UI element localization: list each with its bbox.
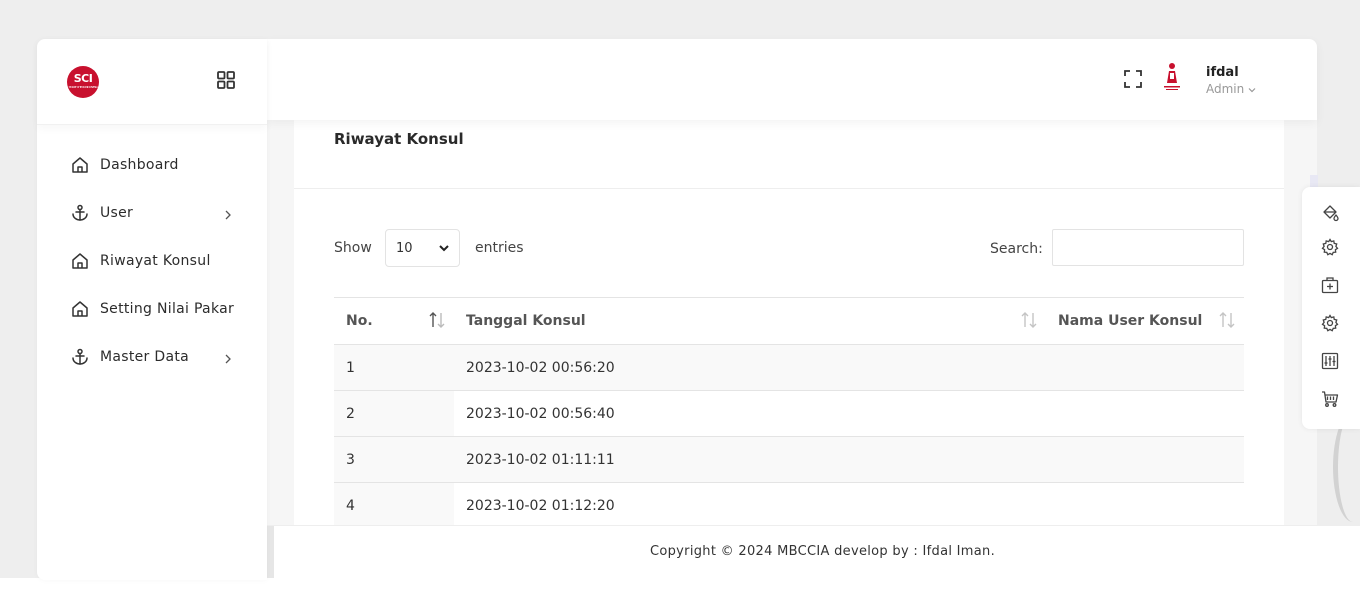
sidebar-item-dashboard[interactable]: Dashboard bbox=[37, 141, 267, 189]
show-label: Show bbox=[334, 240, 372, 256]
card-divider bbox=[294, 188, 1284, 189]
app-logo[interactable]: SCI SMART CHECK INDONESIA bbox=[67, 66, 99, 98]
card-title: Riwayat Konsul bbox=[334, 130, 464, 148]
cell-nama-user-konsul bbox=[1046, 482, 1244, 525]
user-role: Admin bbox=[1206, 82, 1256, 96]
footer: Copyright © 2024 MBCCIA develop by : Ifd… bbox=[274, 526, 1360, 578]
table-row: 3 2023-10-02 01:11:11 bbox=[334, 436, 1244, 483]
riwayat-konsul-card: Riwayat Konsul Show 10 entries Search: N… bbox=[294, 120, 1284, 525]
cell-no: 1 bbox=[334, 344, 454, 391]
column-header-label: Nama User Konsul bbox=[1058, 313, 1203, 329]
home-icon bbox=[71, 252, 89, 270]
cell-nama-user-konsul bbox=[1046, 390, 1244, 437]
logo-text: SCI bbox=[73, 72, 93, 85]
cell-tanggal-konsul: 2023-10-02 00:56:20 bbox=[454, 344, 1046, 391]
footer-strip bbox=[267, 526, 274, 578]
sidebar-item-label: Setting Nilai Pakar bbox=[100, 301, 235, 317]
sidebar: SCI SMART CHECK INDONESIA Dashboard User bbox=[37, 39, 267, 580]
column-header-label: Tanggal Konsul bbox=[466, 313, 586, 329]
copyright-text: Copyright © 2024 MBCCIA develop by : Ifd… bbox=[650, 544, 996, 559]
first-aid-kit-icon[interactable] bbox=[1321, 276, 1339, 294]
gear-icon[interactable] bbox=[1321, 238, 1339, 256]
fullscreen-icon[interactable] bbox=[1124, 70, 1142, 88]
sidebar-item-user[interactable]: User bbox=[37, 189, 267, 237]
cart-icon[interactable] bbox=[1321, 390, 1339, 408]
cell-tanggal-konsul: 2023-10-02 00:56:40 bbox=[454, 390, 1046, 437]
search-input[interactable] bbox=[1052, 229, 1244, 266]
sidebar-item-label: Dashboard bbox=[100, 157, 179, 173]
paint-bucket-icon[interactable] bbox=[1321, 204, 1339, 222]
table-row: 1 2023-10-02 00:56:20 bbox=[334, 344, 1244, 391]
sliders-icon[interactable] bbox=[1321, 352, 1339, 370]
sidebar-item-label: Master Data bbox=[100, 349, 189, 365]
sidebar-item-setting-nilai-pakar[interactable]: Setting Nilai Pakar bbox=[37, 285, 267, 333]
table-header-row: No. Tanggal Konsul Nama User Konsul bbox=[334, 297, 1244, 345]
entries-select-value: 10 bbox=[396, 240, 413, 256]
gear-icon[interactable] bbox=[1321, 314, 1339, 332]
right-settings-panel bbox=[1302, 187, 1360, 429]
table-row: 2 2023-10-02 00:56:40 bbox=[334, 390, 1244, 437]
column-header-no[interactable]: No. bbox=[334, 297, 454, 345]
anchor-icon bbox=[71, 204, 89, 222]
cell-nama-user-konsul bbox=[1046, 436, 1244, 483]
home-icon bbox=[71, 300, 89, 318]
riwayat-table: No. Tanggal Konsul Nama User Konsul 1 20… bbox=[334, 297, 1244, 525]
sidebar-item-label: User bbox=[100, 205, 134, 221]
sidebar-header: SCI SMART CHECK INDONESIA bbox=[37, 39, 267, 125]
logo-subtext: SMART CHECK INDONESIA bbox=[68, 85, 98, 89]
sort-asc-icon bbox=[428, 311, 446, 329]
cell-nama-user-konsul bbox=[1046, 344, 1244, 391]
cell-no: 3 bbox=[334, 436, 454, 483]
cell-no: 4 bbox=[334, 482, 454, 525]
home-icon bbox=[71, 156, 89, 174]
entries-select[interactable]: 10 bbox=[385, 229, 460, 267]
user-name: ifdal bbox=[1206, 65, 1239, 80]
cell-tanggal-konsul: 2023-10-02 01:11:11 bbox=[454, 436, 1046, 483]
search-label: Search: bbox=[990, 241, 1043, 257]
column-header-tanggal-konsul[interactable]: Tanggal Konsul bbox=[454, 297, 1046, 345]
avatar[interactable] bbox=[1160, 61, 1184, 95]
user-role-text: Admin bbox=[1206, 82, 1245, 96]
page-bottom-background bbox=[0, 578, 1360, 613]
column-header-nama-user-konsul[interactable]: Nama User Konsul bbox=[1046, 297, 1244, 345]
table-row: 4 2023-10-02 01:12:20 bbox=[334, 482, 1244, 525]
sidebar-item-riwayat-konsul[interactable]: Riwayat Konsul bbox=[37, 237, 267, 285]
sort-icon bbox=[1218, 311, 1236, 329]
decorative-bar bbox=[1310, 175, 1318, 187]
sidebar-item-master-data[interactable]: Master Data bbox=[37, 333, 267, 381]
sidebar-item-label: Riwayat Konsul bbox=[100, 253, 211, 269]
chevron-down-icon bbox=[1248, 82, 1256, 96]
cell-no: 2 bbox=[334, 390, 454, 437]
chevron-right-icon bbox=[223, 350, 233, 364]
entries-label: entries bbox=[475, 240, 524, 256]
user-menu[interactable]: ifdal Admin bbox=[1206, 65, 1256, 96]
cell-tanggal-konsul: 2023-10-02 01:12:20 bbox=[454, 482, 1046, 525]
top-header: ifdal Admin bbox=[267, 39, 1317, 120]
chevron-down-icon bbox=[439, 241, 449, 256]
anchor-icon bbox=[71, 348, 89, 366]
chevron-right-icon bbox=[223, 206, 233, 220]
column-header-label: No. bbox=[346, 313, 373, 329]
sidebar-nav: Dashboard User Riwayat Konsul Setting Ni… bbox=[37, 125, 267, 381]
menu-grid-icon[interactable] bbox=[217, 71, 235, 89]
sort-icon bbox=[1020, 311, 1038, 329]
